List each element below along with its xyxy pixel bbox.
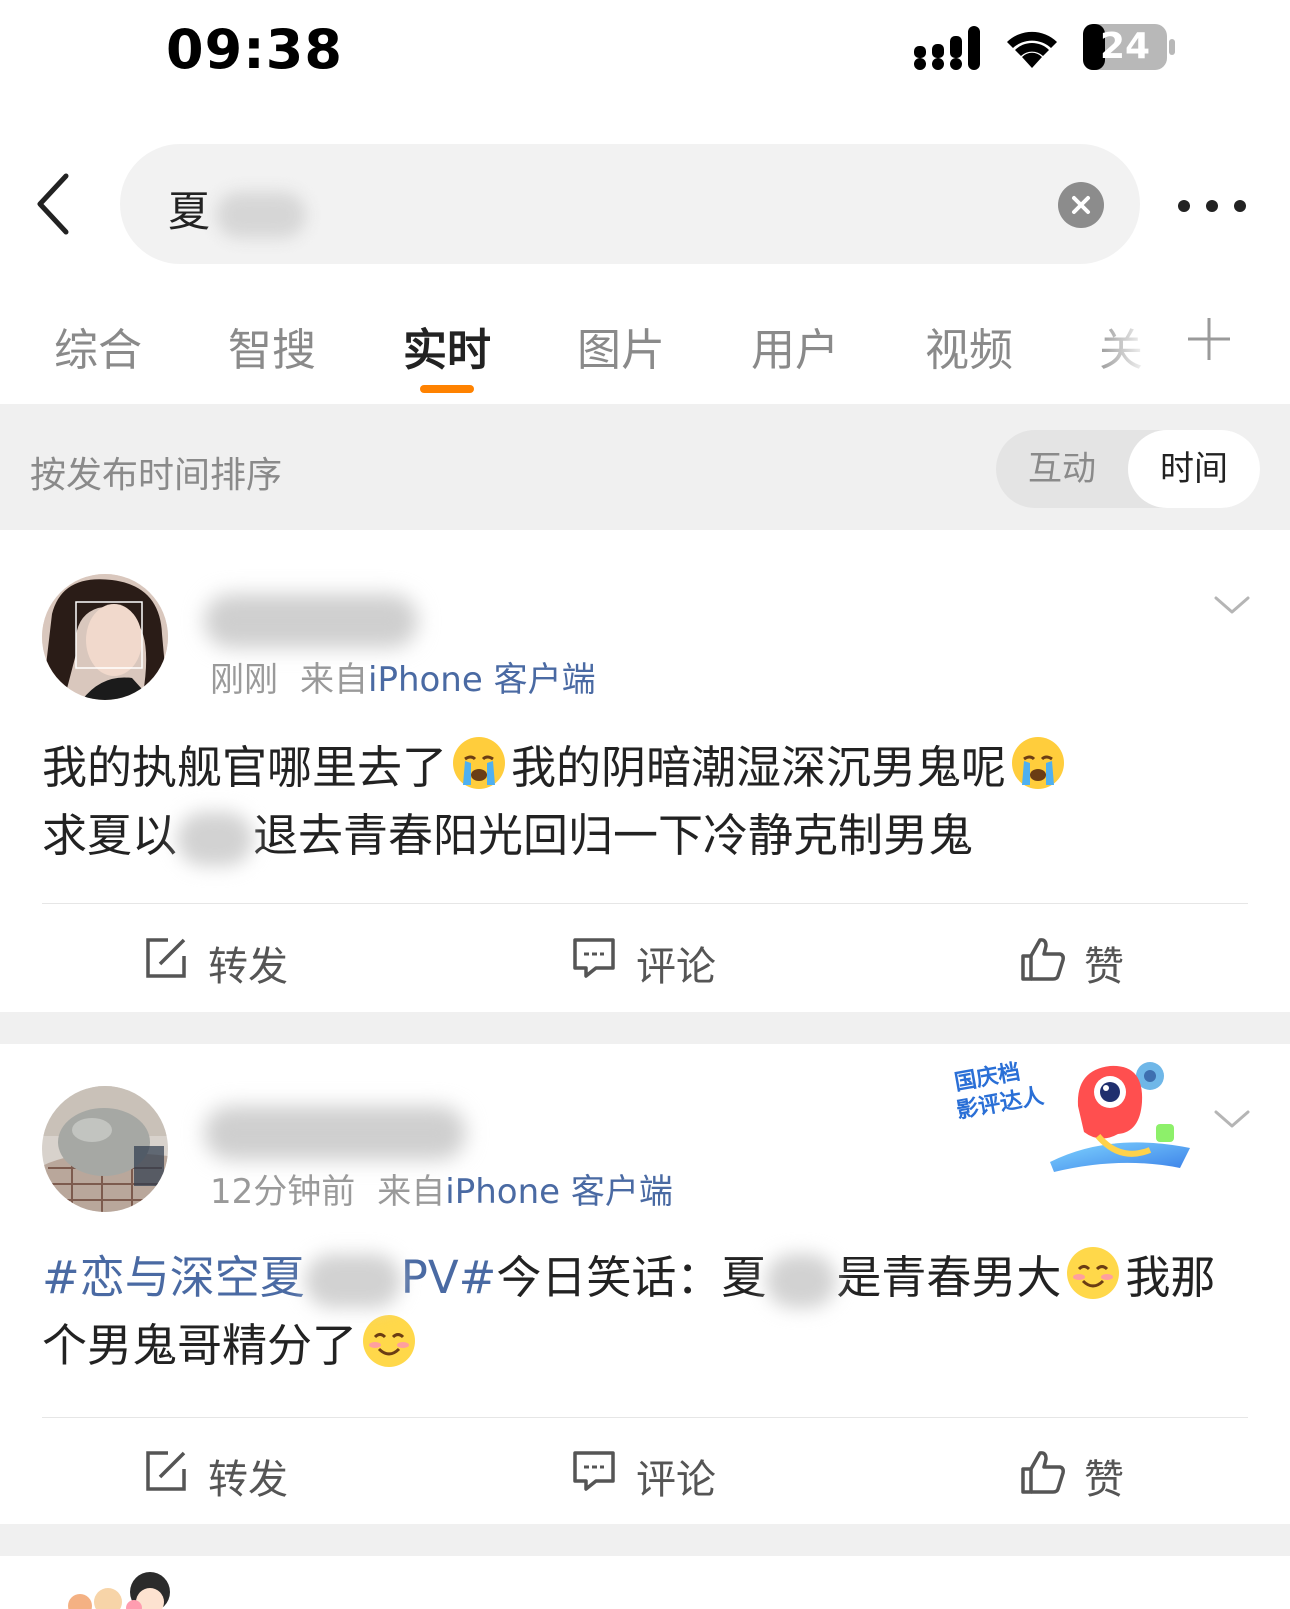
repost-label: 转发 [208,944,288,990]
post-text: #恋与深空夏 PV#今日笑话：夏 是青春男大 我那 个男鬼哥精分了 [42,1244,1252,1380]
repost-label: 转发 [208,1457,288,1503]
source-prefix: 来自 [300,660,368,700]
post-card: 刚刚 来自iPhone 客户端 我的执舰官哪里去了 我的阴暗潮湿深沉男鬼呢 求夏以 退… [0,530,1290,1012]
status-bar: 09:38 24 [0,0,1290,100]
post-text-segment: 我的阴暗潮湿深沉男鬼呢 [511,741,1007,794]
tab-images[interactable]: 图片 [577,314,665,378]
post-text-segment: 我的执舰官哪里去了 [42,741,448,794]
post-text-segment: 是青春男大 [836,1251,1062,1304]
post-meta: 12分钟前 来自iPhone 客户端 [210,1164,673,1213]
tab-smart-search[interactable]: 智搜 [228,314,316,378]
sort-label: 按发布时间排序 [30,455,283,496]
post-text-segment: 退去青春阳光回归一下冷静克制男鬼 [253,809,974,862]
smile-emoji-icon [1067,1247,1120,1299]
redacted-text [304,1254,401,1308]
tab-fade [1090,300,1150,390]
post-text-line: 我的执舰官哪里去了 我的阴暗潮湿深沉男鬼呢 [42,734,1252,802]
close-icon [1072,196,1090,214]
source-prefix: 来自 [377,1172,446,1212]
search-query: 夏 [168,178,307,239]
sort-option-time[interactable]: 时间 [1128,430,1260,508]
smile-emoji-icon [363,1315,416,1367]
post-time: 12分钟前 [210,1172,356,1212]
crying-emoji-icon [453,737,506,789]
decorative-avatar-icon [68,1572,170,1609]
post-text-segment: 求夏以 [42,809,178,862]
battery-indicator: 24 [1083,24,1177,70]
comment-button[interactable]: 评论 [572,1443,732,1503]
topic-link[interactable]: PV# [401,1251,497,1304]
mascot-badge-icon: 国庆档 影评达人 [953,1059,1190,1172]
repost-button[interactable]: 转发 [144,930,304,990]
post-text-segment: 我那 [1125,1251,1216,1304]
like-button[interactable]: 赞 [1020,1443,1140,1503]
sort-bar: 按发布时间排序 互动 时间 [0,404,1290,530]
comment-label: 评论 [636,944,716,990]
cellular-signal-icon [914,26,980,70]
redacted-text [177,812,254,866]
repost-icon [146,1451,186,1491]
tab-comprehensive[interactable]: 综合 [54,314,142,378]
repost-button[interactable]: 转发 [144,1443,304,1503]
repost-icon [146,938,186,978]
comment-button[interactable]: 评论 [572,930,732,990]
post-time: 刚刚 [210,660,278,700]
comment-icon [573,1451,615,1491]
divider [42,903,1248,904]
add-tab-icon[interactable] [1186,316,1232,362]
post-card: 12分钟前 来自iPhone 客户端 国庆档 影评达人 #恋与深空夏 PV#今日笑话… [0,1044,1290,1524]
post-text: 我的执舰官哪里去了 我的阴暗潮湿深沉男鬼呢 求夏以 退去青春阳光回归一下冷静克制男鬼 [42,734,1252,870]
status-time: 09:38 [166,18,343,81]
like-button[interactable]: 赞 [1020,930,1140,990]
search-query-text: 夏 [168,187,211,236]
sort-option-interaction[interactable]: 互动 [996,430,1128,508]
redacted-text [216,191,307,238]
post-text-segment: 今日笑话：夏 [496,1251,767,1304]
post-source[interactable]: iPhone 客户端 [368,660,596,700]
search-input[interactable]: 夏 [120,144,1140,264]
post-text-line: 个男鬼哥精分了 [42,1312,1252,1380]
comment-icon [573,938,615,978]
topic-link[interactable]: #恋与深空夏 [42,1251,305,1304]
post-separator [0,1012,1290,1044]
post-card [0,1556,1290,1609]
post-separator [0,1524,1290,1556]
avatar-image [42,574,168,700]
post-source[interactable]: iPhone 客户端 [445,1172,673,1212]
avatar[interactable] [42,1086,168,1212]
thumbs-up-icon [1021,938,1065,981]
redacted-username[interactable] [204,1106,466,1160]
post-text-segment: 个男鬼哥精分了 [42,1319,358,1372]
like-label: 赞 [1084,944,1124,990]
chevron-down-icon[interactable] [1212,590,1252,620]
battery-level: 24 [1099,26,1151,67]
clear-search-button[interactable] [1058,182,1104,228]
more-options-button[interactable] [1176,186,1256,226]
avatar[interactable] [42,574,168,700]
search-tabs: 综合 智搜 实时 图片 用户 视频 关 [0,300,1290,400]
post-text-line: #恋与深空夏 PV#今日笑话：夏 是青春男大 我那 [42,1244,1252,1312]
event-badge[interactable]: 国庆档 影评达人 [950,1052,1200,1172]
sort-toggle: 互动 时间 [996,430,1260,508]
active-tab-indicator [420,385,474,393]
wifi-icon [1007,31,1057,68]
tab-videos[interactable]: 视频 [925,314,1013,378]
back-button[interactable] [30,170,86,240]
crying-emoji-icon [1012,737,1065,789]
chevron-down-icon[interactable] [1212,1104,1252,1134]
post-meta: 刚刚 来自iPhone 客户端 [210,652,596,701]
thumbs-up-icon [1021,1451,1065,1494]
redacted-username[interactable] [204,594,418,648]
tab-realtime[interactable]: 实时 [403,314,491,378]
post-text-line: 求夏以 退去青春阳光回归一下冷静克制男鬼 [42,802,1252,870]
like-label: 赞 [1084,1457,1124,1503]
redacted-text [766,1254,837,1308]
comment-label: 评论 [636,1457,716,1503]
divider [42,1417,1248,1418]
tab-users[interactable]: 用户 [751,314,839,378]
avatar-image [42,1086,168,1212]
